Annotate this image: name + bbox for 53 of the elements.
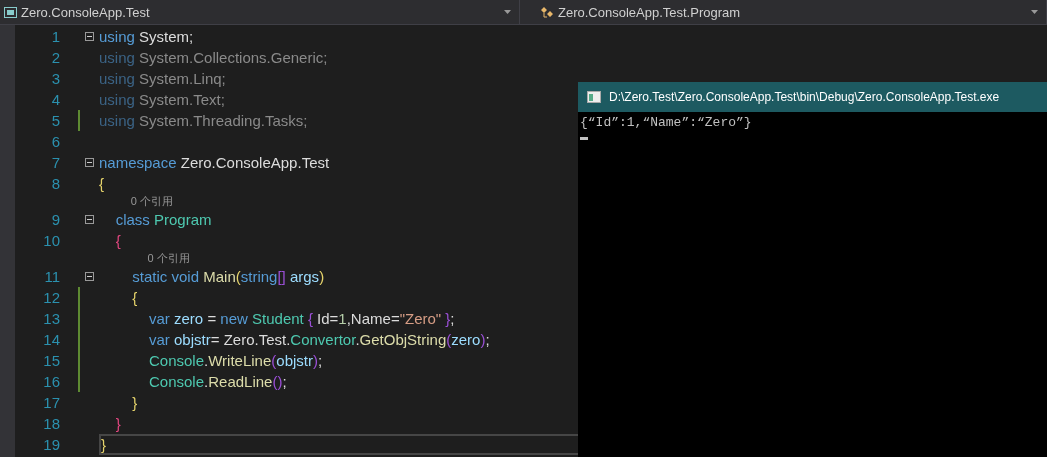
code-line: Console.WriteLine(objstr); [148, 352, 323, 369]
line-number: 8 [50, 175, 60, 192]
console-app-icon [587, 91, 601, 103]
code-line: var zero = new Student { Id=1,Name="Zero" }; [148, 310, 455, 327]
code-line: { [131, 289, 138, 306]
code-line: using System.Collections.Generic; [99, 49, 328, 66]
console-title: D:\Zero.Test\Zero.ConsoleApp.Test\bin\Debug\Zero.ConsoleApp.Test.exe [609, 90, 1000, 104]
console-output: {“Id”:1,“Name”:“Zero”} [580, 115, 753, 130]
line-number: 4 [50, 91, 60, 108]
line-number: 12 [42, 289, 60, 306]
line-number: 9 [50, 211, 60, 228]
code-line: class Program [114, 211, 212, 228]
code-line: using System.Threading.Tasks; [99, 112, 308, 129]
project-name: Zero.ConsoleApp.Test [21, 4, 151, 20]
line-number: 18 [42, 415, 60, 432]
collapse-icon[interactable] [85, 215, 94, 224]
code-line: } [114, 415, 121, 432]
type-name: Zero.ConsoleApp.Test.Program [558, 4, 742, 20]
line-number: 16 [42, 373, 60, 390]
line-number: 1 [50, 28, 60, 45]
collapse-icon[interactable] [85, 158, 94, 167]
code-line: using System.Linq; [99, 70, 226, 87]
line-number: 3 [50, 70, 60, 87]
csharp-project-icon [4, 6, 17, 18]
code-line: { [114, 232, 121, 249]
caret-icon [1031, 10, 1038, 14]
code-line: using System.Text; [99, 91, 225, 108]
code-lens-references[interactable]: 0 个引用 [147, 252, 190, 264]
line-number: 5 [50, 112, 60, 129]
code-line: var objstr= Zero.Test.Convertor.GetObjString(zero); [148, 331, 490, 348]
line-number: 14 [42, 331, 60, 348]
line-number: 17 [42, 394, 60, 411]
line-number: 15 [42, 352, 60, 369]
collapse-icon[interactable] [85, 272, 94, 281]
line-number: 10 [42, 232, 60, 249]
code-line: } [131, 394, 138, 411]
line-number: 13 [42, 310, 60, 327]
line-number: 7 [50, 154, 60, 171]
line-number: 19 [42, 436, 60, 453]
caret-icon [504, 10, 511, 14]
code-line: using System; [99, 28, 194, 45]
code-line: static void Main(string[] args) [131, 268, 325, 285]
code-line: } [101, 436, 106, 453]
code-line: namespace Zero.ConsoleApp.Test [99, 154, 330, 171]
line-number: 11 [43, 268, 60, 285]
class-icon [540, 5, 554, 19]
line-number: 2 [50, 49, 60, 66]
collapse-icon[interactable] [85, 32, 94, 41]
code-lens-references[interactable]: 0 个引用 [130, 195, 173, 207]
line-number: 6 [50, 133, 60, 150]
code-line: { [99, 175, 104, 192]
console-cursor [580, 137, 588, 140]
code-line: Console.ReadLine(); [148, 373, 287, 390]
